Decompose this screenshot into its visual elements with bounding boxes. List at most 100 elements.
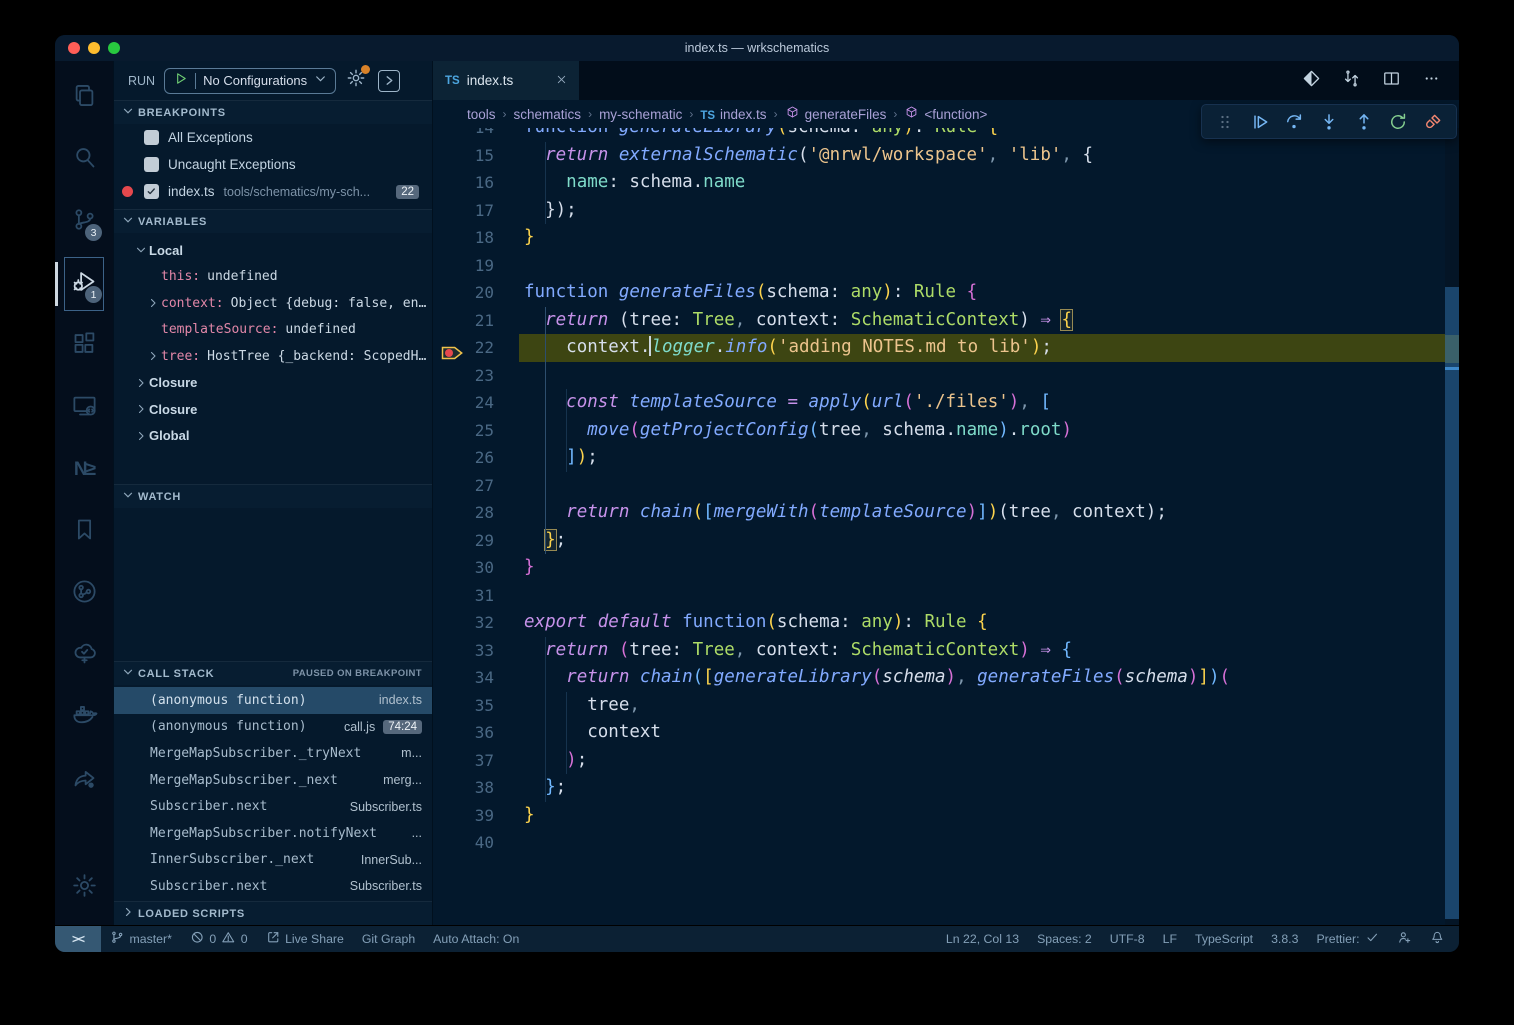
call-stack-frame[interactable]: MergeMapSubscriber._tryNextm... (114, 740, 432, 767)
activity-git-graph-view[interactable] (60, 563, 108, 625)
call-stack-section-header[interactable]: CALL STACK PAUSED ON BREAKPOINT (114, 661, 432, 685)
status-prettier[interactable]: Prettier: (1307, 926, 1388, 952)
status-live-share[interactable]: Live Share (257, 926, 353, 952)
line-number-gutter[interactable]: 34 (433, 664, 519, 692)
code-line-content[interactable]: } (519, 224, 1445, 252)
step-into-button[interactable] (1319, 112, 1339, 132)
code-line-content[interactable] (519, 252, 1445, 280)
activity-remote-explorer[interactable] (60, 377, 108, 439)
watch-section-header[interactable]: WATCH (114, 484, 432, 508)
line-number-gutter[interactable]: 24 (433, 389, 519, 417)
checkbox[interactable] (144, 130, 159, 145)
activity-explorer[interactable] (60, 67, 108, 129)
debug-settings-gear-icon[interactable] (346, 68, 366, 93)
activity-docker[interactable] (60, 687, 108, 749)
tab-index-ts[interactable]: TS index.ts (433, 61, 579, 100)
status-language-mode[interactable]: TypeScript (1186, 926, 1262, 952)
call-stack-frame[interactable]: (anonymous function)call.js74:24 (114, 714, 432, 741)
breakpoint-row[interactable]: index.tstools/schematics/my-sch...22 (114, 178, 432, 205)
line-number-gutter[interactable]: 35 (433, 692, 519, 720)
line-number-gutter[interactable]: 40 (433, 829, 519, 857)
activity-search[interactable] (60, 129, 108, 191)
line-number-gutter[interactable]: 17 (433, 197, 519, 225)
status-cursor-position[interactable]: Ln 22, Col 13 (937, 926, 1028, 952)
activity-run-debug[interactable]: 1 (60, 253, 108, 315)
restart-button[interactable] (1388, 112, 1408, 132)
code-line-content[interactable]: function generateFiles(schema: any): Rul… (519, 279, 1445, 307)
variable-row[interactable]: Global (114, 423, 432, 450)
start-debug-icon[interactable] (173, 71, 188, 91)
call-stack-frame[interactable]: InnerSubscriber._nextInnerSub... (114, 847, 432, 874)
line-number-gutter[interactable]: 28 (433, 499, 519, 527)
code-line-content[interactable] (519, 582, 1445, 610)
checkbox[interactable] (144, 157, 159, 172)
step-out-button[interactable] (1354, 112, 1374, 132)
line-number-gutter[interactable]: 39 (433, 802, 519, 830)
more-actions-icon[interactable] (1422, 69, 1441, 93)
compare-changes-icon[interactable] (1342, 69, 1361, 93)
code-line-content[interactable] (519, 829, 1445, 857)
call-stack-frame[interactable]: Subscriber.nextSubscriber.ts (114, 793, 432, 820)
code-line-content[interactable]: context (519, 719, 1445, 747)
code-line-content[interactable]: ); (519, 747, 1445, 775)
line-number-gutter[interactable]: 25 (433, 417, 519, 445)
variables-section-header[interactable]: VARIABLES (114, 209, 432, 233)
scrollbar-thumb[interactable] (1445, 287, 1459, 919)
step-over-button[interactable] (1284, 112, 1304, 132)
activity-bookmarks[interactable] (60, 501, 108, 563)
activity-manage[interactable] (60, 857, 108, 919)
code-line-content[interactable]: return externalSchematic('@nrwl/workspac… (519, 142, 1445, 170)
line-number-gutter[interactable]: 36 (433, 719, 519, 747)
breadcrumb-item[interactable]: <function> (904, 105, 987, 123)
activity-testing[interactable] (60, 625, 108, 687)
breadcrumb-item[interactable]: my-schematic (599, 107, 682, 122)
code-line-content[interactable]: }; (519, 527, 1445, 555)
code-line-content[interactable]: context.logger.info('adding NOTES.md to … (519, 334, 1445, 362)
status-ts-version[interactable]: 3.8.3 (1262, 926, 1307, 952)
call-stack-frame[interactable]: MergeMapSubscriber._nextmerg... (114, 767, 432, 794)
activity-nx-console[interactable]: N≥ (60, 439, 108, 501)
line-number-gutter[interactable]: 18 (433, 224, 519, 252)
activity-live-share-view[interactable] (60, 749, 108, 811)
line-number-gutter[interactable]: 22 (433, 334, 519, 362)
status-notifications[interactable] (1421, 926, 1454, 952)
line-number-gutter[interactable]: 19 (433, 252, 519, 280)
line-number-gutter[interactable]: 26 (433, 444, 519, 472)
breadcrumb-item[interactable]: tools (467, 107, 496, 122)
drag-handle-icon[interactable] (1215, 112, 1235, 132)
variable-row[interactable]: Closure (114, 370, 432, 397)
line-number-gutter[interactable]: 32 (433, 609, 519, 637)
line-number-gutter[interactable]: 37 (433, 747, 519, 775)
code-line-content[interactable]: move(getProjectConfig(tree, schema.name)… (519, 417, 1445, 445)
line-number-gutter[interactable]: 30 (433, 554, 519, 582)
call-stack-frame[interactable]: (anonymous function)index.ts (114, 687, 432, 714)
variable-row[interactable]: tree:HostTree {_backend: ScopedH… (114, 343, 432, 370)
line-number-gutter[interactable]: 29 (433, 527, 519, 555)
status-git-branch[interactable]: master* (101, 926, 181, 952)
line-number-gutter[interactable]: 27 (433, 472, 519, 500)
gitlens-icon[interactable] (1302, 69, 1321, 93)
close-tab-icon[interactable] (556, 72, 567, 90)
breakpoint-row[interactable]: All Exceptions (114, 124, 432, 151)
disconnect-button[interactable] (1423, 112, 1443, 132)
variable-row[interactable]: this:undefined (114, 264, 432, 291)
status-remote-indicator[interactable]: >< (55, 926, 101, 952)
status-git-graph[interactable]: Git Graph (353, 926, 424, 952)
code-line-content[interactable]: return chain([mergeWith(templateSource)]… (519, 499, 1445, 527)
line-number-gutter[interactable]: 16 (433, 169, 519, 197)
loaded-scripts-section-header[interactable]: LOADED SCRIPTS (114, 901, 432, 925)
line-number-gutter[interactable]: 38 (433, 774, 519, 802)
code-line-content[interactable]: const templateSource = apply(url('./file… (519, 389, 1445, 417)
breakpoints-section-header[interactable]: BREAKPOINTS (114, 100, 432, 124)
code-line-content[interactable] (519, 472, 1445, 500)
status-indentation[interactable]: Spaces: 2 (1028, 926, 1101, 952)
variable-row[interactable]: Closure (114, 396, 432, 423)
breakpoint-row[interactable]: Uncaught Exceptions (114, 151, 432, 178)
line-number-gutter[interactable]: 23 (433, 362, 519, 390)
code-line-content[interactable] (519, 362, 1445, 390)
checkbox[interactable] (144, 184, 159, 199)
status-encoding[interactable]: UTF-8 (1101, 926, 1154, 952)
debug-console-icon[interactable] (378, 70, 400, 92)
split-editor-icon[interactable] (1382, 69, 1401, 93)
line-number-gutter[interactable]: 33 (433, 637, 519, 665)
